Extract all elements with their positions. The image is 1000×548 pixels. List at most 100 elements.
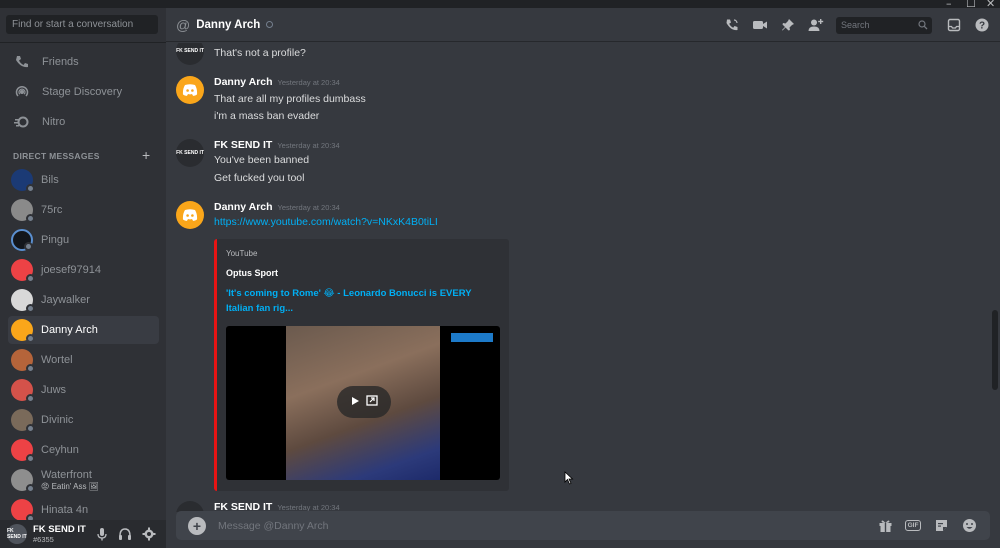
dm-item-danny-arch[interactable]: Danny Arch [8, 316, 159, 344]
direct-messages-heading: DIRECT MESSAGES [13, 151, 100, 161]
divider [0, 42, 166, 43]
call-icon[interactable] [724, 17, 740, 33]
window-titlebar: – ☐ ✕ [0, 0, 1000, 10]
pin-icon[interactable] [780, 17, 796, 33]
search-placeholder: Search [841, 19, 870, 30]
dm-name: Waterfront [41, 469, 92, 481]
search-input[interactable]: Search [836, 16, 932, 34]
avatar-text: FK SEND IT [176, 48, 204, 54]
svg-text:?: ? [979, 21, 985, 32]
avatar [11, 169, 35, 193]
status-dot [26, 184, 35, 193]
video-call-icon[interactable] [752, 17, 768, 33]
find-conversation-input[interactable]: Find or start a conversation [6, 15, 158, 34]
dm-sidebar: Find or start a conversation Friends Sta… [0, 8, 166, 548]
avatar [11, 439, 35, 463]
avatar [11, 469, 35, 493]
channel-name: Danny Arch [196, 18, 261, 31]
dm-name: Danny Arch [41, 324, 98, 336]
timestamp: Yesterday at 20:34 [277, 78, 340, 87]
add-friend-to-dm-icon[interactable] [808, 17, 824, 33]
message-text: Get fucked you tool [214, 172, 305, 184]
status-dot [26, 364, 35, 373]
dm-item-bils[interactable]: Bils [8, 166, 159, 194]
status-dot [26, 334, 35, 343]
dm-name: 75rc [41, 204, 63, 216]
message-text: i'm a mass ban evader [214, 110, 320, 122]
message-text: You've been banned [214, 154, 310, 166]
scrollbar-thumb[interactable] [992, 310, 998, 390]
nav-nitro[interactable]: Nitro [8, 108, 158, 136]
avatar [11, 289, 35, 313]
help-icon[interactable]: ? [974, 17, 990, 33]
sticker-icon[interactable] [932, 517, 950, 535]
dm-item-75rc[interactable]: 75rc [8, 196, 159, 224]
nav-stage-discovery[interactable]: Stage Discovery [8, 78, 158, 106]
avatar [11, 499, 35, 523]
gif-icon[interactable]: GIF [904, 517, 922, 535]
user-panel: FK SEND IT FK SEND IT #6355 [0, 520, 166, 548]
dm-item-ceyhun[interactable]: Ceyhun [8, 436, 159, 464]
message-author[interactable]: Danny Arch Yesterday at 20:34 [214, 201, 340, 213]
custom-status: 😡 Eatin' Ass 🖼 [41, 482, 99, 491]
gift-icon[interactable] [876, 517, 894, 535]
dm-name: Juws [41, 384, 67, 396]
status-dot [24, 242, 33, 251]
status-dot [26, 304, 35, 313]
dm-item-jaywalker[interactable]: Jaywalker [8, 286, 159, 314]
emoji-icon[interactable] [960, 517, 978, 535]
open-external-icon[interactable] [365, 395, 378, 409]
upload-plus-button[interactable]: + [188, 516, 206, 535]
dm-name: Jaywalker [41, 294, 90, 306]
dm-item-divinic[interactable]: Divinic [8, 406, 159, 434]
broadcast-badge [451, 333, 493, 342]
play-icon[interactable] [351, 396, 360, 409]
message-author[interactable]: FK SEND IT Yesterday at 20:34 [214, 139, 340, 151]
status-dot [26, 424, 35, 433]
avatar[interactable] [176, 201, 204, 229]
dm-name: Wortel [41, 354, 73, 366]
avatar[interactable]: FK SEND IT [176, 43, 204, 65]
inbox-icon[interactable] [946, 17, 962, 33]
avatar [11, 259, 35, 283]
gear-icon[interactable] [142, 527, 156, 546]
create-dm-button[interactable]: + [142, 147, 150, 163]
video-controls[interactable] [337, 386, 391, 418]
headphones-icon[interactable] [118, 527, 132, 546]
embed-author[interactable]: Optus Sport [226, 268, 278, 278]
discord-logo-icon [182, 84, 198, 96]
status-dot [26, 274, 35, 283]
user-avatar[interactable]: FK SEND IT [7, 524, 27, 544]
nav-friends[interactable]: Friends [8, 48, 158, 76]
youtube-link[interactable]: https://www.youtube.com/watch?v=NKxK4B0t… [214, 216, 438, 228]
message-list: FK SEND IT That's not a profile? Danny A… [166, 43, 1000, 512]
avatar [11, 319, 35, 343]
message-input[interactable]: Message @Danny Arch [218, 520, 876, 532]
message-author[interactable]: Danny Arch Yesterday at 20:34 [214, 76, 340, 88]
avatar [11, 379, 35, 403]
dm-item-wortel[interactable]: Wortel [8, 346, 159, 374]
avatar [11, 409, 35, 433]
dm-item-joesef97914[interactable]: joesef97914 [8, 256, 159, 284]
author-name: Danny Arch [214, 201, 273, 213]
status-dot [26, 394, 35, 403]
dm-name: Hinata 4n [41, 504, 89, 516]
discord-logo-icon [182, 209, 198, 221]
at-icon: @ [176, 16, 191, 33]
author-name: Danny Arch [214, 76, 273, 88]
avatar[interactable]: FK SEND IT [176, 139, 204, 167]
microphone-icon[interactable] [96, 527, 108, 546]
search-icon [918, 19, 928, 32]
dm-name: Bils [41, 174, 59, 186]
chat-area: @ Danny Arch Search ? FK SEND IT That's … [166, 8, 1000, 548]
embed-title[interactable]: 'It's coming to Rome' 😂 - Leonardo Bonuc… [226, 286, 496, 316]
timestamp: Yesterday at 20:34 [277, 141, 340, 150]
dm-item-waterfront[interactable]: Waterfront 😡 Eatin' Ass 🖼 [8, 466, 159, 494]
dm-item-juws[interactable]: Juws [8, 376, 159, 404]
dm-item-pingu[interactable]: Pingu [8, 226, 159, 254]
message-composer: + Message @Danny Arch GIF [176, 511, 990, 540]
avatar[interactable] [176, 76, 204, 104]
video-thumbnail[interactable] [226, 326, 500, 480]
nitro-icon [12, 112, 32, 132]
dm-name: Divinic [41, 414, 74, 426]
